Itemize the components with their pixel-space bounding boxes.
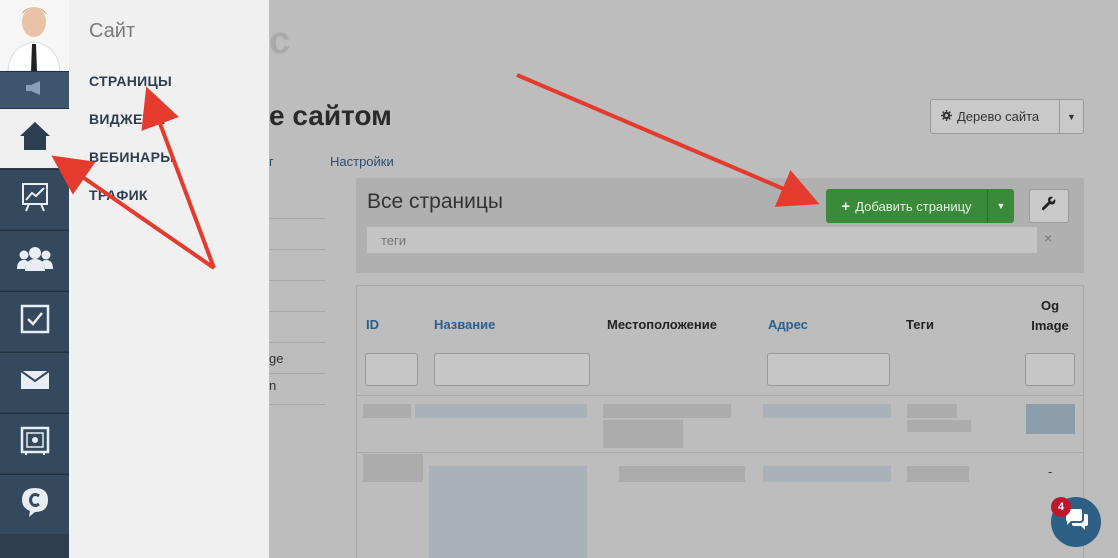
tab-settings[interactable]: Настройки (330, 154, 394, 169)
settings-wrench-button[interactable] (1029, 189, 1069, 223)
flyout-item-traffic[interactable]: ТРАФИК (89, 187, 148, 203)
list-item[interactable] (269, 281, 325, 312)
megaphone-icon (24, 80, 46, 100)
list-item[interactable]: n (269, 374, 325, 405)
site-tree-button[interactable]: Дерево сайта ▼ (930, 99, 1084, 134)
blurred-cell (907, 404, 957, 418)
pages-panel: Все страницы + Добавить страницу ▼ × (356, 178, 1084, 273)
pages-table: ID Название Местоположение Адрес Теги Og… (356, 285, 1084, 558)
rail-item-logo[interactable] (0, 474, 69, 534)
blurred-cell (429, 466, 587, 558)
id-filter-input[interactable] (365, 353, 418, 386)
plus-icon: + (841, 197, 851, 215)
rail-item-announcements[interactable] (0, 71, 69, 108)
add-page-button[interactable]: + Добавить страницу ▼ (826, 189, 1014, 223)
flyout-title: Сайт (89, 20, 136, 42)
address-filter-input[interactable] (767, 353, 890, 386)
blurred-cell (415, 404, 587, 418)
rail-item-analytics[interactable] (0, 169, 69, 229)
icon-rail (0, 0, 69, 558)
left-nav-list: ge n (269, 178, 325, 405)
rail-item-tasks[interactable] (0, 291, 69, 351)
page-content: с е сайтом Дерево сайта ▼ г Настройки ge… (269, 0, 1118, 558)
blurred-cell (763, 466, 891, 482)
column-header-name[interactable]: Название (434, 317, 495, 332)
flyout-item-widgets[interactable]: ВИДЖЕТЫ (89, 111, 166, 127)
column-header-address[interactable]: Адрес (768, 317, 808, 332)
og-filter-input[interactable] (1025, 353, 1075, 386)
safe-icon (20, 426, 50, 461)
gear-icon (941, 109, 952, 124)
column-header-location: Местоположение (607, 317, 717, 332)
mail-icon (19, 370, 50, 395)
page-title: е сайтом (269, 100, 392, 131)
rail-item-site[interactable] (0, 108, 69, 168)
blurred-cell (619, 466, 745, 482)
site-tree-label: Дерево сайта (957, 109, 1040, 124)
checkbox-icon (20, 304, 50, 339)
logo-icon (20, 486, 50, 523)
rail-item-users[interactable] (0, 230, 69, 290)
chart-icon (21, 182, 49, 217)
ghost-heading: с (269, 20, 291, 62)
blurred-cell (907, 466, 969, 482)
add-page-label: Добавить страницу (855, 198, 972, 214)
list-item[interactable]: ge (269, 343, 325, 374)
og-header-line1: Og (1040, 298, 1060, 313)
og-empty-value: - (1048, 464, 1053, 479)
blurred-cell (763, 404, 891, 418)
og-header-line2: Image (1031, 318, 1069, 333)
list-item[interactable] (269, 250, 325, 281)
chevron-down-icon[interactable]: ▼ (988, 189, 1014, 223)
flyout-item-webinars[interactable]: ВЕБИНАРЫ (89, 149, 174, 165)
site-flyout-menu: Сайт СТРАНИЦЫ ВИДЖЕТЫ ВЕБИНАРЫ ТРАФИК (69, 0, 269, 558)
wrench-icon (1041, 196, 1057, 217)
blurred-cell (363, 404, 411, 418)
flyout-item-pages[interactable]: СТРАНИЦЫ (89, 73, 172, 89)
chevron-down-icon[interactable]: ▼ (1060, 112, 1083, 122)
clear-tags-icon[interactable]: × (1044, 230, 1052, 246)
rail-item-mail[interactable] (0, 352, 69, 412)
notification-badge: 4 (1051, 497, 1071, 517)
list-item[interactable] (269, 178, 325, 219)
rail-item-safe[interactable] (0, 413, 69, 473)
name-filter-input[interactable] (434, 353, 590, 386)
avatar[interactable] (0, 0, 69, 71)
users-icon (16, 245, 53, 276)
home-icon (18, 119, 52, 158)
row-divider (357, 452, 1083, 453)
column-header-id[interactable]: ID (366, 317, 379, 332)
column-header-og-image: Og Image (1025, 296, 1075, 336)
tab-partial[interactable]: г (269, 154, 274, 169)
blurred-cell (603, 420, 683, 448)
blurred-cell (603, 404, 731, 418)
row-divider (357, 395, 1083, 396)
column-header-tags: Теги (906, 317, 934, 332)
panel-title: Все страницы (367, 190, 503, 213)
list-item[interactable] (269, 219, 325, 250)
tags-filter-input[interactable] (367, 227, 1037, 253)
og-thumbnail[interactable] (1026, 404, 1075, 434)
blurred-cell (363, 454, 423, 482)
blurred-cell (907, 420, 971, 432)
list-item[interactable] (269, 312, 325, 343)
